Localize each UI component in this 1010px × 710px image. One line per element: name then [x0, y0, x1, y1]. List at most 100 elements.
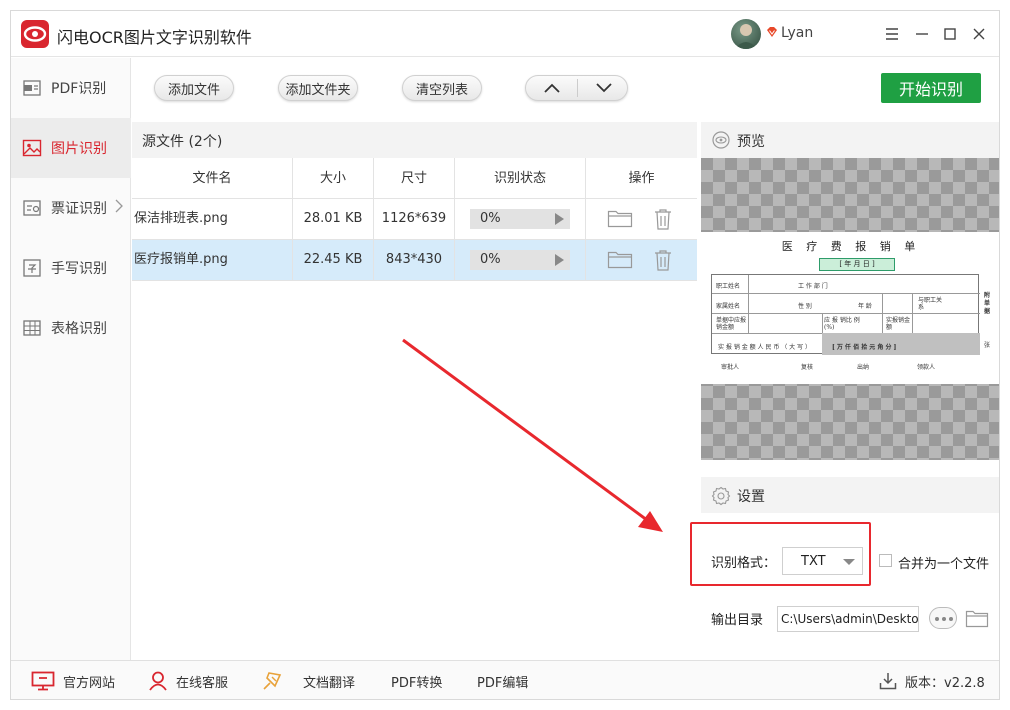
doc-label: 领款人: [917, 364, 936, 371]
file-dimensions: 843*430: [374, 240, 455, 280]
sidebar-item-label: 图片识别: [51, 141, 107, 157]
translate-link[interactable]: 文档翻译: [261, 661, 356, 699]
ticket-scan-icon: [23, 200, 41, 216]
preview-area: 医 疗 费 报 销 单 [ 年 月 日 ] 职工姓名 工 作 部 门 家属姓名 …: [701, 158, 999, 460]
trash-icon[interactable]: [653, 208, 673, 230]
play-icon[interactable]: [555, 254, 564, 266]
open-folder-icon[interactable]: [607, 208, 633, 228]
monitor-icon: [31, 671, 55, 691]
website-link[interactable]: 官方网站: [31, 661, 116, 699]
grid-line: [748, 275, 749, 333]
browse-dots-button[interactable]: [929, 607, 957, 629]
preview-title: 预览: [737, 134, 765, 150]
toolbar: 添加文件 添加文件夹 清空列表 开始识别: [132, 58, 999, 122]
preview-document: 医 疗 费 报 销 单 [ 年 月 日 ] 职工姓名 工 作 部 门 家属姓名 …: [701, 232, 999, 384]
title-bar: 闪电OCR图片文字识别软件 Lyan: [11, 11, 999, 57]
file-size: 28.01 KB: [293, 199, 374, 239]
column-header: 识别状态: [455, 158, 586, 199]
column-header: 尺寸: [374, 158, 455, 199]
sidebar-item-pdf[interactable]: PDF识别: [11, 58, 131, 118]
doc-label: 年 龄: [858, 303, 872, 310]
doc-label: 性 别: [798, 303, 812, 310]
doc-label: 家属姓名: [716, 303, 741, 310]
doc-label: [ 万 仟 佰 拾 元 角 分 ]: [832, 344, 897, 351]
menu-icon[interactable]: [881, 23, 903, 45]
output-path-input[interactable]: C:\Users\admin\Desktop: [777, 606, 919, 632]
sidebar-item-table[interactable]: 表格识别: [11, 298, 131, 358]
progress-bar: 0%: [470, 209, 570, 229]
username[interactable]: Lyan: [781, 25, 813, 41]
maximize-icon[interactable]: [939, 23, 961, 45]
doc-date: [ 年 月 日 ]: [819, 258, 895, 271]
progress-text: 0%: [480, 252, 501, 267]
pdf-edit-link[interactable]: PDF编辑: [477, 661, 528, 699]
column-header: 文件名: [132, 158, 293, 199]
file-name: 医疗报销单.png: [132, 240, 293, 280]
table-row[interactable]: 医疗报销单.png 22.45 KB 843*430 0%: [132, 240, 697, 281]
table-header: 文件名 大小 尺寸 识别状态 操作: [132, 158, 697, 199]
move-up-button[interactable]: [526, 76, 577, 100]
vip-diamond-icon: [767, 27, 777, 37]
version-info[interactable]: 版本：v2.2.8: [879, 661, 985, 699]
gear-icon: [711, 486, 731, 506]
sidebar-item-image[interactable]: 图片识别: [11, 118, 131, 178]
eye-icon: [712, 131, 730, 149]
file-list-header: 源文件 (2个): [132, 122, 697, 158]
sidebar: PDF识别 图片识别 票证识别 手写识别 表格识别: [11, 58, 131, 660]
preview-header: 预览: [701, 122, 999, 158]
play-icon[interactable]: [555, 213, 564, 225]
doc-label: 职工姓名: [716, 283, 741, 290]
doc-label: 实报销金 额: [886, 317, 911, 331]
merge-checkbox[interactable]: [879, 554, 892, 567]
app-title: 闪电OCR图片文字识别软件: [57, 28, 252, 47]
grid-line: [712, 293, 980, 294]
chevron-up-icon: [543, 83, 560, 93]
sidebar-item-ticket[interactable]: 票证识别: [11, 178, 131, 238]
app-logo-icon: [21, 20, 49, 48]
open-folder-icon[interactable]: [965, 608, 989, 628]
handwriting-char-icon: [23, 259, 41, 277]
progress-text: 0%: [480, 211, 501, 226]
avatar[interactable]: [731, 19, 761, 49]
image-icon: [22, 139, 42, 157]
doc-label: 审批人: [721, 364, 740, 371]
chevron-right-icon: [115, 199, 123, 213]
start-recognition-button[interactable]: 开始识别: [881, 73, 981, 103]
add-file-button[interactable]: 添加文件: [154, 75, 234, 101]
doc-label: 复核: [801, 364, 814, 371]
file-list-panel: 源文件 (2个) 文件名 大小 尺寸 识别状态 操作 保洁排班表.png 28.…: [132, 122, 697, 660]
sidebar-item-label: PDF识别: [51, 81, 107, 97]
add-folder-button[interactable]: 添加文件夹: [278, 75, 358, 101]
sidebar-item-handwriting[interactable]: 手写识别: [11, 238, 131, 298]
translate-label: 文档翻译: [303, 675, 356, 691]
website-label: 官方网站: [63, 675, 116, 691]
translate-icon: [263, 672, 282, 690]
pdf-convert-link[interactable]: PDF转换: [391, 661, 442, 699]
minimize-icon[interactable]: [911, 23, 933, 45]
file-dimensions: 1126*639: [374, 199, 455, 239]
sidebar-item-label: 票证识别: [51, 201, 107, 217]
settings-header: 设置: [701, 477, 999, 513]
close-icon[interactable]: [968, 23, 990, 45]
support-label: 在线客服: [176, 675, 229, 691]
open-folder-icon[interactable]: [607, 249, 633, 269]
move-down-button[interactable]: [578, 76, 629, 100]
doc-label: 实 报 销 金 额 人 民 币 （ 大 写 ）: [718, 344, 811, 351]
file-size: 22.45 KB: [293, 240, 374, 280]
merge-label[interactable]: 合并为一个文件: [898, 553, 989, 572]
column-header: 大小: [293, 158, 374, 199]
support-link[interactable]: 在线客服: [148, 661, 229, 699]
table-row[interactable]: 保洁排班表.png 28.01 KB 1126*639 0%: [132, 199, 697, 240]
doc-label: 单据中应报销金额: [716, 317, 747, 331]
doc-label: 附单据: [984, 292, 991, 315]
doc-label: 工 作 部 门: [798, 283, 828, 290]
settings-title: 设置: [737, 489, 765, 505]
move-buttons: [525, 75, 628, 101]
user-support-icon: [149, 671, 167, 691]
clear-list-button[interactable]: 清空列表: [402, 75, 482, 101]
app-window: 闪电OCR图片文字识别软件 Lyan PDF识别 图片识别 票证识别 手写识别 …: [10, 10, 1000, 700]
highlight-box: [690, 522, 871, 586]
sidebar-item-label: 表格识别: [51, 321, 107, 337]
output-dir-label: 输出目录: [711, 613, 764, 628]
trash-icon[interactable]: [653, 249, 673, 271]
